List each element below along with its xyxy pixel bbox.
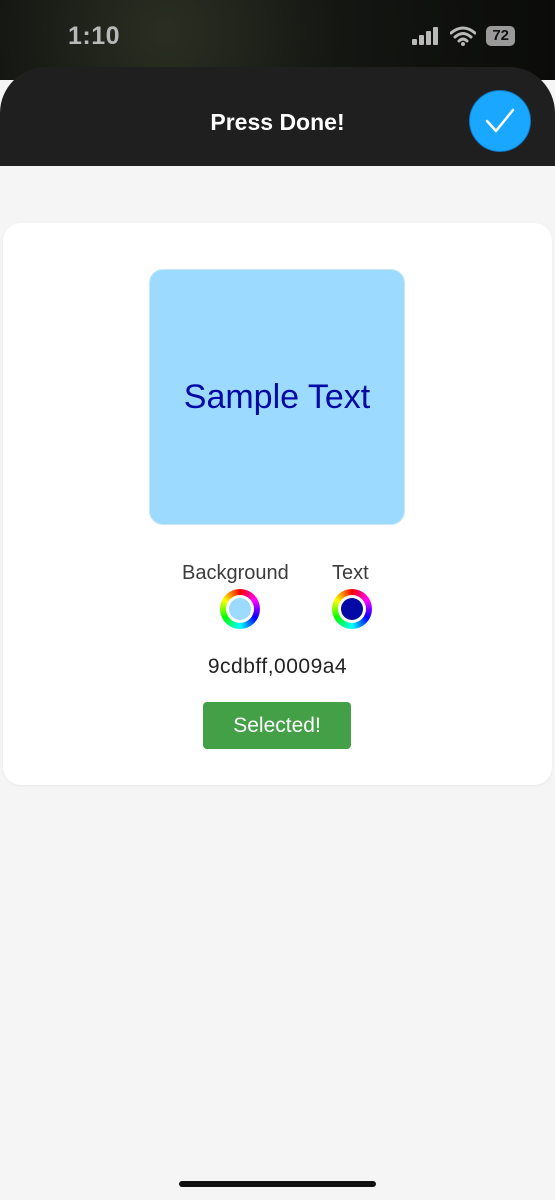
- sheet-header: Press Done!: [0, 67, 555, 166]
- background-color-swatch[interactable]: [220, 589, 260, 629]
- text-color-swatch[interactable]: [332, 589, 372, 629]
- background-picker-label: Background: [182, 562, 289, 584]
- sample-text: Sample Text: [183, 377, 371, 416]
- background-color-fill: [229, 598, 251, 620]
- done-button[interactable]: [469, 90, 531, 152]
- home-indicator: [179, 1181, 376, 1187]
- battery-indicator: 72: [486, 26, 515, 46]
- text-color-fill: [341, 598, 363, 620]
- cellular-signal-icon: [412, 27, 439, 45]
- color-picker-card: Sample Text Background Text 9cdbff,0009a…: [3, 223, 552, 785]
- checkmark-icon: [485, 108, 515, 133]
- status-time: 1:10: [68, 22, 121, 50]
- selected-button[interactable]: Selected!: [203, 702, 351, 749]
- sample-preview: Sample Text: [149, 269, 405, 525]
- wifi-icon: [450, 26, 477, 46]
- hex-color-readout: 9cdbff,0009a4: [207, 655, 348, 678]
- status-icons: 72: [412, 26, 515, 46]
- text-picker-label: Text: [332, 562, 369, 584]
